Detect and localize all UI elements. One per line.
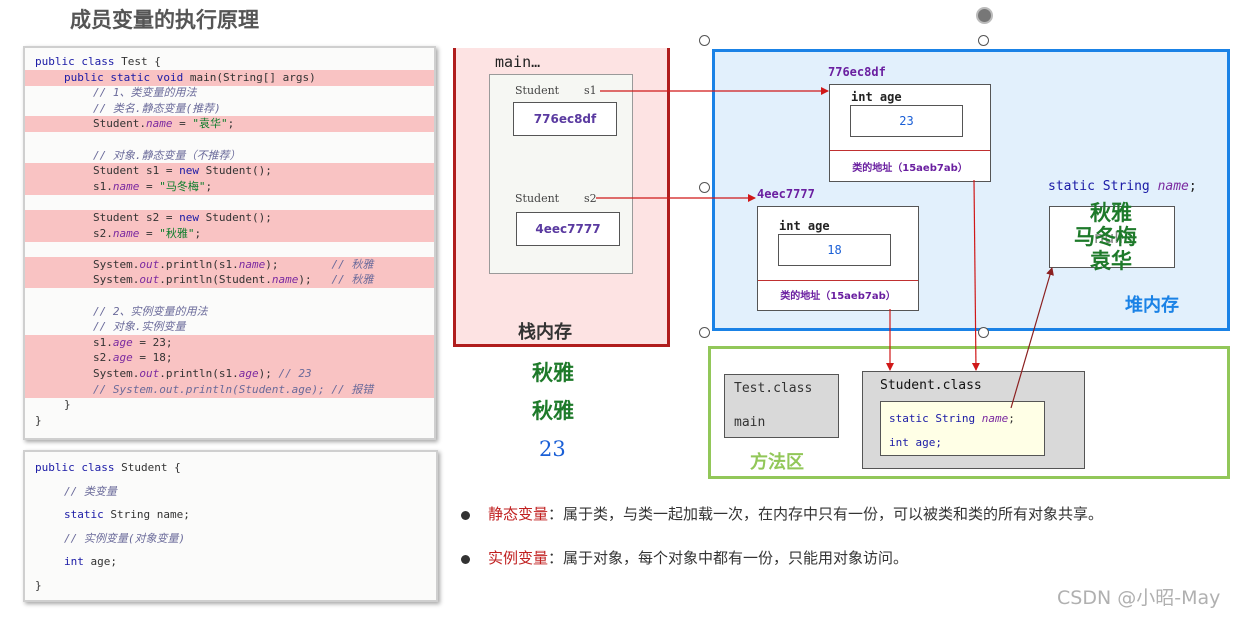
bullet-dot	[461, 510, 470, 520]
reference-arrows	[596, 87, 1054, 409]
bullet-static-variable: 静态变量：属于类，与类一起加载一次，在内存中只有一份，可以被类和类的所有对象共享…	[461, 503, 1103, 524]
static-variable-desc: ：属于类，与类一起加载一次，在内存中只有一份，可以被类和类的所有对象共享。	[548, 505, 1104, 523]
instance-variable-term: 实例变量	[488, 549, 549, 567]
static-name-to-heap-arrow	[1010, 267, 1054, 409]
bullet-instance-variable: 实例变量：属于对象，每个对象中都有一份，只能用对象访问。	[461, 547, 908, 568]
instance-variable-desc: ：属于对象，每个对象中都有一份，只能用对象访问。	[548, 549, 909, 567]
csdn-watermark: CSDN @小昭-May	[1057, 587, 1221, 609]
static-variable-term: 静态变量	[488, 505, 549, 523]
bullet-dot	[461, 554, 470, 564]
object1-to-class-arrow	[971, 179, 980, 371]
